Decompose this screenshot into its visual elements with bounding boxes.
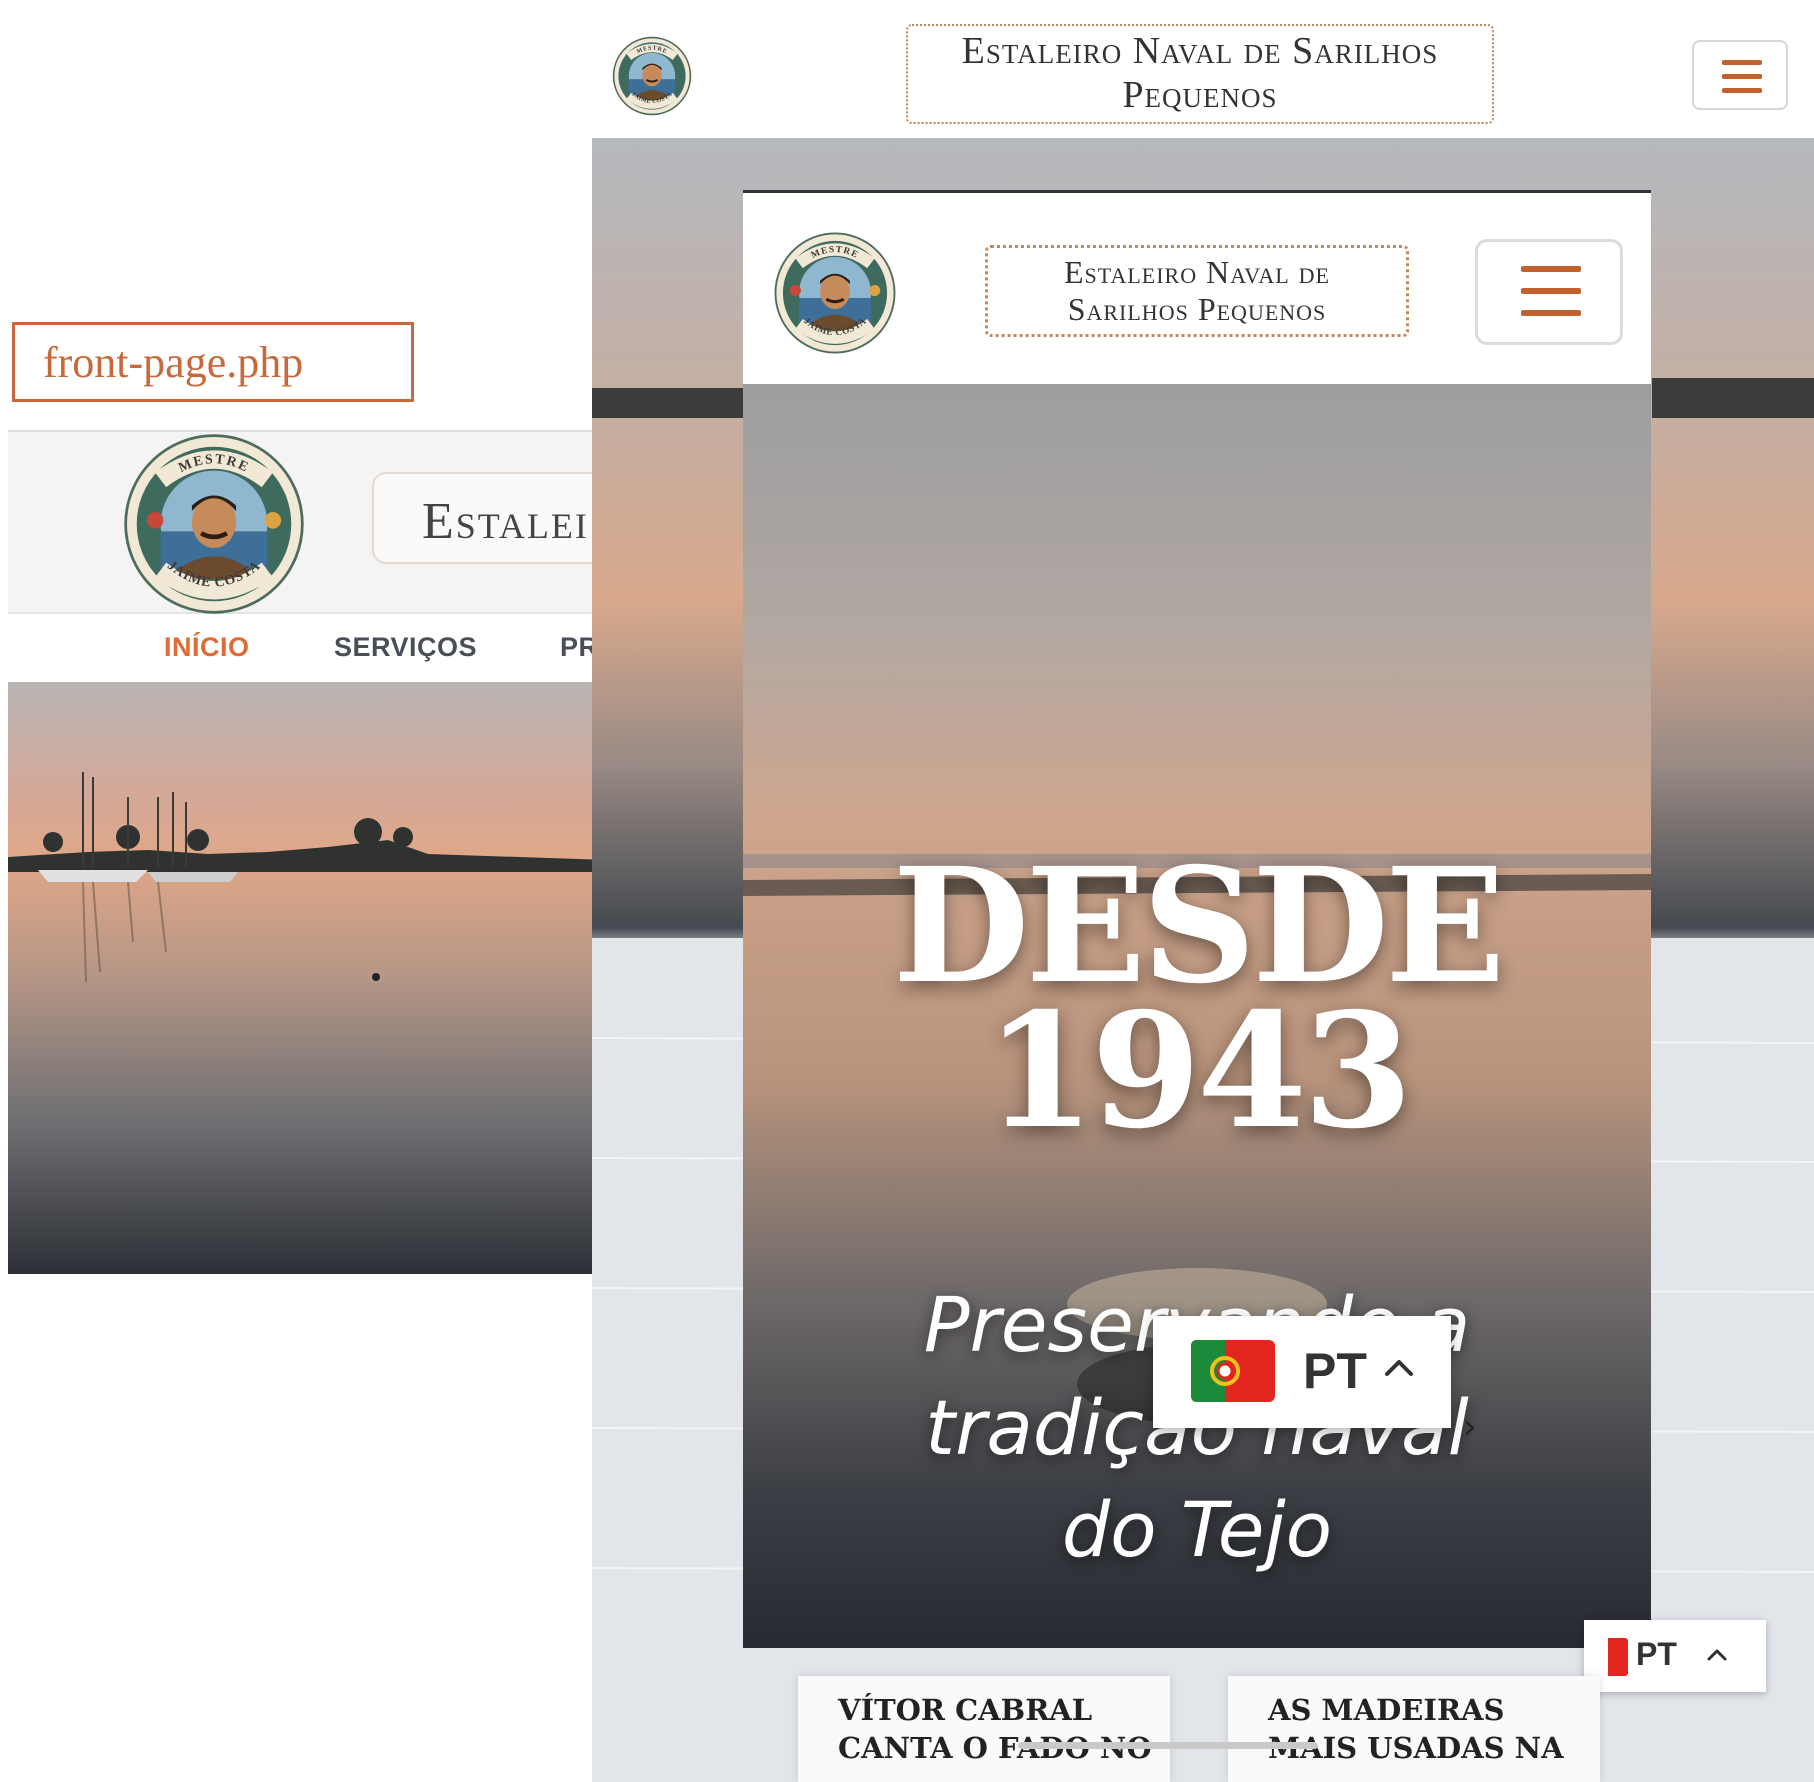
- post-card[interactable]: AS MADEIRAS MAIS USADAS NA: [1228, 1676, 1600, 1782]
- language-code-small: PT: [1636, 1636, 1677, 1672]
- portugal-flag-icon: [1608, 1638, 1628, 1676]
- phone-header: MESTRE JAIME COSTA Estaleiro Naval de Sa…: [743, 190, 1651, 384]
- phone-site-title: Estaleiro Naval de Sarilhos Pequenos: [1064, 254, 1330, 327]
- phone-site-title-box[interactable]: Estaleiro Naval de Sarilhos Pequenos: [985, 245, 1409, 337]
- chevron-up-icon: [1707, 1649, 1727, 1661]
- home-indicator: [1018, 1742, 1318, 1749]
- menu-button[interactable]: [1692, 40, 1788, 110]
- mobile-screenshot: MESTRE JAIME COSTA Estaleiro Naval de Sa…: [592, 0, 1814, 1782]
- hero-heading: DESDE 1943: [892, 834, 1506, 1165]
- phone-menu-button[interactable]: [1475, 239, 1623, 345]
- chevron-up-icon: [1385, 1360, 1413, 1376]
- mobile-top-bar: MESTRE JAIME COSTA Estaleiro Naval de Sa…: [592, 0, 1814, 138]
- file-label: front-page.php: [12, 322, 414, 402]
- nav-item-inicio[interactable]: INÍCIO: [164, 632, 250, 663]
- site-title-box[interactable]: Estaleiro Naval de Sarilhos Pequenos: [906, 24, 1494, 124]
- language-switcher[interactable]: PT: [1153, 1316, 1451, 1428]
- phone-frame: MESTRE JAIME COSTA Estaleiro Naval de Sa…: [743, 190, 1651, 1648]
- site-title: Estaleiro Naval de Sarilhos Pequenos: [961, 30, 1439, 116]
- desktop-nav: INÍCIO SERVIÇOS PR: [8, 614, 608, 682]
- mestre-jaime-costa-logo[interactable]: MESTRE JAIME COSTA: [122, 432, 306, 616]
- language-switcher-small[interactable]: PT: [1584, 1620, 1766, 1692]
- mestre-jaime-costa-logo-phone[interactable]: MESTRE JAIME COSTA: [773, 231, 897, 355]
- hero-section: DESDE 1943 Preservando a tradição naval …: [743, 384, 1651, 1648]
- portugal-flag-icon: [1191, 1340, 1275, 1402]
- desktop-site-title: Estalei: [422, 493, 589, 550]
- desktop-hero-image: [8, 682, 608, 1274]
- nav-item-servicos[interactable]: SERVIÇOS: [334, 632, 477, 663]
- mestre-jaime-costa-logo-small[interactable]: MESTRE JAIME COSTA: [612, 36, 692, 116]
- slider-next-chevron-icon[interactable]: ›: [1463, 1407, 1477, 1447]
- post-card[interactable]: VÍTOR CABRAL CANTA O FADO NO: [798, 1676, 1170, 1782]
- language-code: PT: [1303, 1343, 1367, 1399]
- post-card-title: VÍTOR CABRAL CANTA O FADO NO: [838, 1693, 1152, 1765]
- post-card-title: AS MADEIRAS MAIS USADAS NA: [1268, 1693, 1564, 1765]
